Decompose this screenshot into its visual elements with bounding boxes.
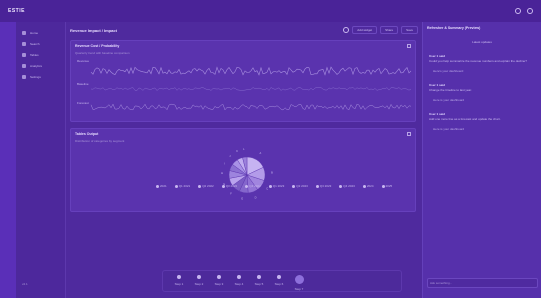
legend-item[interactable]: 2025	[381, 184, 392, 188]
pie-label: J	[229, 154, 231, 158]
search-icon	[22, 42, 26, 46]
legend-item[interactable]: Q1 2023	[268, 184, 284, 188]
updates-pill[interactable]: Latest updates	[464, 40, 500, 44]
share-button[interactable]: Share	[380, 26, 399, 34]
assistant-panel: Refresher & Summary (Preview) Latest upd…	[422, 22, 541, 298]
pie-chart: ABCDEFGHIJKL	[221, 147, 273, 201]
top-bar: ESTIE	[0, 0, 541, 22]
left-strip	[0, 22, 16, 298]
timeline-step-active[interactable]: Step 7	[287, 275, 311, 291]
pie-label: A	[260, 151, 262, 155]
chat-reply: Here is your dashboard	[433, 127, 465, 131]
series-line	[90, 103, 412, 111]
main-area: Revenue Impact / Impact Add widget Share…	[66, 22, 459, 298]
pie-label: I	[224, 161, 225, 165]
main-header: Revenue Impact / Impact Add widget Share…	[66, 22, 422, 38]
panel-pie-chart: Tables Output Distribution of categories…	[70, 128, 416, 212]
refresh-icon[interactable]	[343, 27, 350, 33]
legend-item[interactable]: 2024	[362, 184, 374, 188]
page-title: Revenue Impact / Impact	[70, 27, 117, 33]
line-chart	[90, 66, 412, 111]
table-icon	[22, 53, 26, 57]
legend-item[interactable]: Q2 2022	[198, 184, 214, 188]
legend-item[interactable]: Q4 2023	[339, 184, 355, 188]
chat-reply: Here is your dashboard	[433, 98, 465, 102]
search-icon[interactable]	[515, 8, 521, 14]
sidebar-footer: v2.1	[22, 282, 28, 286]
pie-label: B	[271, 170, 273, 174]
legend-item[interactable]: Q4 2022	[245, 184, 261, 188]
brand-logo: ESTIE	[8, 8, 25, 14]
sidebar: Home Search Tables Analytics Settings v2…	[16, 22, 66, 298]
chat-message: User 1 said Add one more line as a foreca…	[429, 112, 501, 121]
chat-message: User 1 said Could you help summarize the …	[429, 54, 527, 63]
sidebar-item-home[interactable]: Home	[16, 28, 65, 38]
legend-item[interactable]: 2021	[156, 184, 167, 188]
legend-item[interactable]: Q3 2022	[221, 184, 237, 188]
series-line	[90, 87, 412, 91]
chat-input[interactable]: Ask something...	[427, 278, 538, 288]
add-widget-button[interactable]: Add widget	[352, 26, 378, 34]
legend-item[interactable]: Q2 2023	[292, 184, 308, 188]
home-icon	[22, 31, 26, 35]
pie-label: L	[243, 147, 245, 151]
legend-item[interactable]: Q3 2023	[315, 184, 331, 188]
pie-label: K	[236, 149, 238, 153]
chart-legend: 2021 Q1 2021 Q2 2022 Q3 2022 Q4 2022 Q1 …	[156, 184, 416, 188]
pie-label: H	[221, 171, 223, 175]
sidebar-item-settings[interactable]: Settings	[16, 72, 65, 82]
chat-reply: Here's your dashboard	[433, 69, 464, 73]
sidebar-item-search[interactable]: Search	[16, 39, 65, 49]
assistant-title: Refresher & Summary (Preview)	[427, 26, 481, 30]
gear-icon	[22, 75, 26, 79]
sidebar-item-tables[interactable]: Tables	[16, 50, 65, 60]
timeline-stepper: Step 1 Step 2 Step 3 Step 4 Step 5 Step …	[162, 270, 402, 292]
chat-message: User 1 said Change the timeline to last y…	[429, 83, 472, 92]
panel-line-chart: Revenue Cost / Probability Quarterly tre…	[70, 40, 416, 122]
pie-label: D	[255, 196, 257, 200]
legend-item[interactable]: Q1 2021	[174, 184, 190, 188]
save-button[interactable]: Save	[401, 26, 418, 34]
user-icon[interactable]	[527, 8, 533, 14]
sidebar-item-analytics[interactable]: Analytics	[16, 61, 65, 71]
pie-label: E	[241, 197, 243, 201]
pie-label: F	[230, 191, 232, 195]
series-line	[90, 66, 412, 76]
chart-icon	[22, 64, 26, 68]
